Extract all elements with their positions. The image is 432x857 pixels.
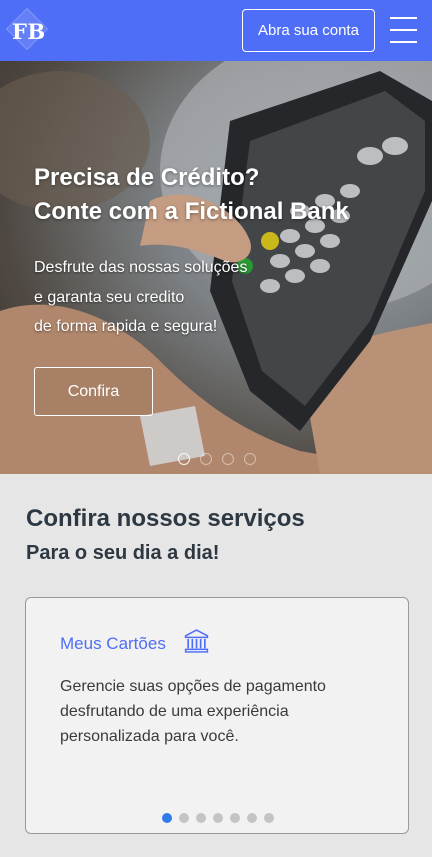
menu-bar bbox=[390, 41, 417, 43]
hero-description: Desfrute das nossas soluções e garanta s… bbox=[34, 253, 247, 342]
card-indicator-3[interactable] bbox=[196, 813, 206, 823]
card-title[interactable]: Meus Cartões bbox=[60, 634, 166, 654]
hero-title-line: Precisa de Crédito? bbox=[34, 164, 260, 191]
card-text-line: personalizada para você. bbox=[60, 728, 239, 745]
card-indicator-6[interactable] bbox=[247, 813, 257, 823]
card-indicator-2[interactable] bbox=[179, 813, 189, 823]
services-heading: Confira nossos serviços bbox=[26, 505, 305, 532]
carousel-indicator-3[interactable] bbox=[222, 453, 234, 465]
brand-logo[interactable]: FB bbox=[5, 7, 50, 52]
service-card[interactable]: Meus Cartões Gerencie suas opções de pag… bbox=[25, 597, 409, 834]
hero-text-line: de forma rapida e segura! bbox=[34, 318, 218, 335]
hamburger-menu-icon[interactable] bbox=[390, 15, 418, 45]
card-indicator-7[interactable] bbox=[264, 813, 274, 823]
open-account-button[interactable]: Abra sua conta bbox=[242, 9, 375, 52]
card-indicator-1[interactable] bbox=[162, 813, 172, 823]
card-text-line: Gerencie suas opções de pagamento bbox=[60, 678, 326, 695]
carousel-indicator-4[interactable] bbox=[244, 453, 256, 465]
hero-carousel-indicators bbox=[178, 453, 256, 465]
card-carousel-indicators bbox=[162, 813, 274, 823]
bank-building-icon bbox=[184, 629, 209, 653]
carousel-indicator-1[interactable] bbox=[178, 453, 190, 465]
card-description: Gerencie suas opções de pagamento desfru… bbox=[60, 674, 390, 749]
logo-text: FB bbox=[12, 19, 46, 44]
services-subheading: Para o seu dia a dia! bbox=[26, 542, 220, 564]
hero-text-line: Desfrute das nossas soluções bbox=[34, 259, 248, 276]
menu-bar bbox=[390, 29, 417, 31]
card-indicator-4[interactable] bbox=[213, 813, 223, 823]
hero-text-line: e garanta seu credito bbox=[34, 288, 185, 306]
hero-title-line: Conte com a Fictional Bank bbox=[34, 198, 349, 225]
card-indicator-5[interactable] bbox=[230, 813, 240, 823]
top-navbar: FB Abra sua conta bbox=[0, 0, 432, 61]
hero-title: Precisa de Crédito? Conte com a Fictiona… bbox=[34, 161, 349, 229]
carousel-indicator-2[interactable] bbox=[200, 453, 212, 465]
hero-cta-button[interactable]: Confira bbox=[34, 367, 153, 416]
hero-carousel[interactable]: Precisa de Crédito? Conte com a Fictiona… bbox=[0, 61, 432, 474]
card-text-line: desfrutando de uma experiência bbox=[60, 703, 289, 720]
menu-bar bbox=[390, 17, 417, 19]
